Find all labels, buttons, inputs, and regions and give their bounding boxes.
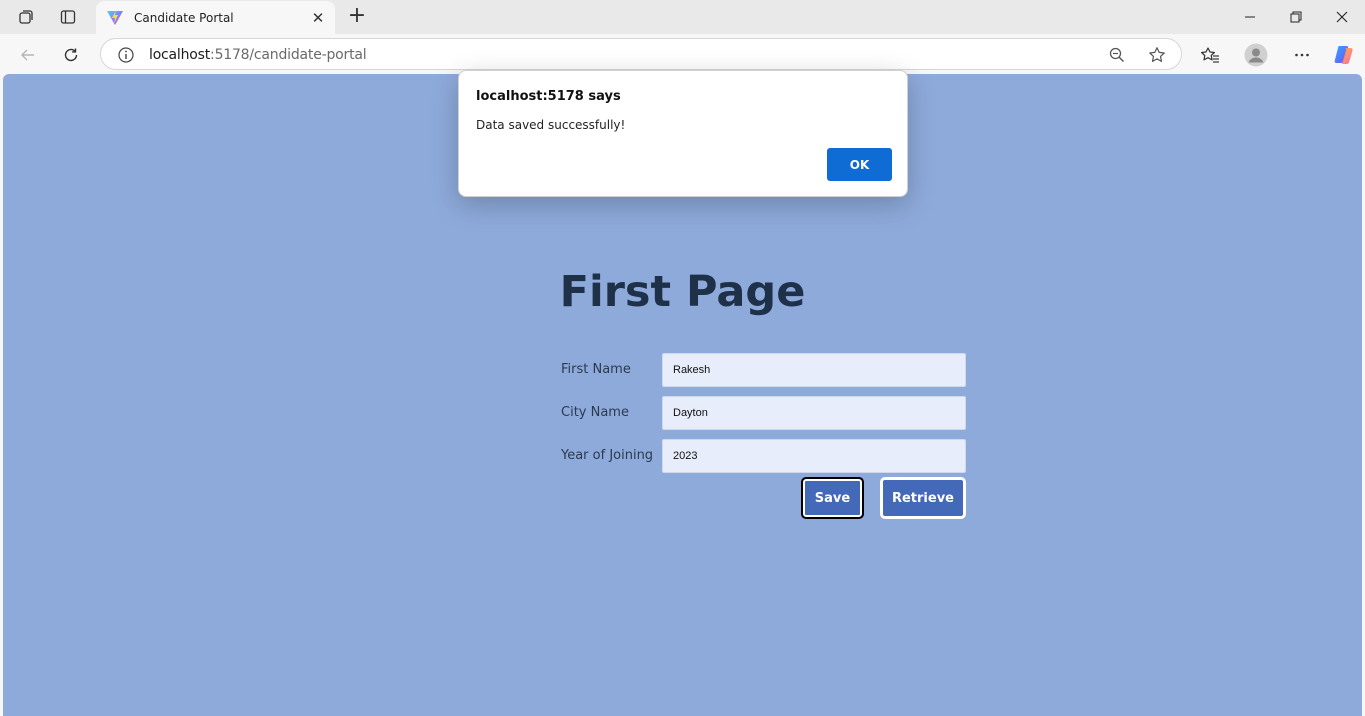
- copilot-icon[interactable]: [1331, 42, 1357, 68]
- alert-dialog: localhost:5178 says Data saved successfu…: [458, 70, 908, 197]
- first-name-row: First Name: [561, 353, 967, 387]
- ok-button[interactable]: OK: [827, 148, 892, 181]
- year-of-joining-label: Year of Joining: [561, 448, 654, 463]
- tab-strip: Candidate Portal ✕ +: [0, 0, 1365, 34]
- navigation-bar: localhost:5178/candidate-portal: [0, 34, 1365, 74]
- retrieve-button[interactable]: Retrieve: [880, 477, 966, 519]
- address-bar[interactable]: localhost:5178/candidate-portal: [100, 38, 1182, 70]
- year-of-joining-row: Year of Joining: [561, 439, 967, 473]
- first-name-label: First Name: [561, 362, 631, 377]
- dialog-message: Data saved successfully!: [476, 118, 626, 132]
- first-name-input[interactable]: [662, 353, 966, 387]
- page-title: First Page: [559, 267, 806, 317]
- favorite-star-icon[interactable]: [1147, 45, 1167, 65]
- city-name-label: City Name: [561, 405, 629, 420]
- restore-button[interactable]: [1273, 0, 1319, 34]
- profile-avatar-icon[interactable]: [1243, 42, 1269, 68]
- more-menu-icon[interactable]: [1289, 42, 1315, 68]
- save-button[interactable]: Save: [801, 477, 864, 519]
- refresh-icon[interactable]: [58, 42, 84, 68]
- year-of-joining-input[interactable]: [662, 439, 966, 473]
- zoom-icon[interactable]: [1107, 45, 1127, 65]
- dialog-title: localhost:5178 says: [476, 89, 621, 104]
- site-info-icon[interactable]: [117, 46, 135, 64]
- minimize-button[interactable]: [1227, 0, 1273, 34]
- tab-candidate-portal[interactable]: Candidate Portal ✕: [96, 1, 335, 34]
- tab-actions-icon[interactable]: [57, 7, 79, 27]
- url-text: localhost:5178/candidate-portal: [149, 47, 367, 63]
- tab-title: Candidate Portal: [134, 10, 234, 25]
- close-window-button[interactable]: [1319, 0, 1365, 34]
- close-tab-icon[interactable]: ✕: [307, 7, 329, 29]
- favorites-icon[interactable]: [1197, 42, 1223, 68]
- city-name-input[interactable]: [662, 396, 966, 430]
- workspaces-icon[interactable]: [15, 7, 37, 27]
- city-name-row: City Name: [561, 396, 967, 430]
- back-icon[interactable]: [15, 42, 41, 68]
- new-tab-button[interactable]: +: [345, 5, 369, 28]
- vite-favicon-icon: [107, 9, 123, 25]
